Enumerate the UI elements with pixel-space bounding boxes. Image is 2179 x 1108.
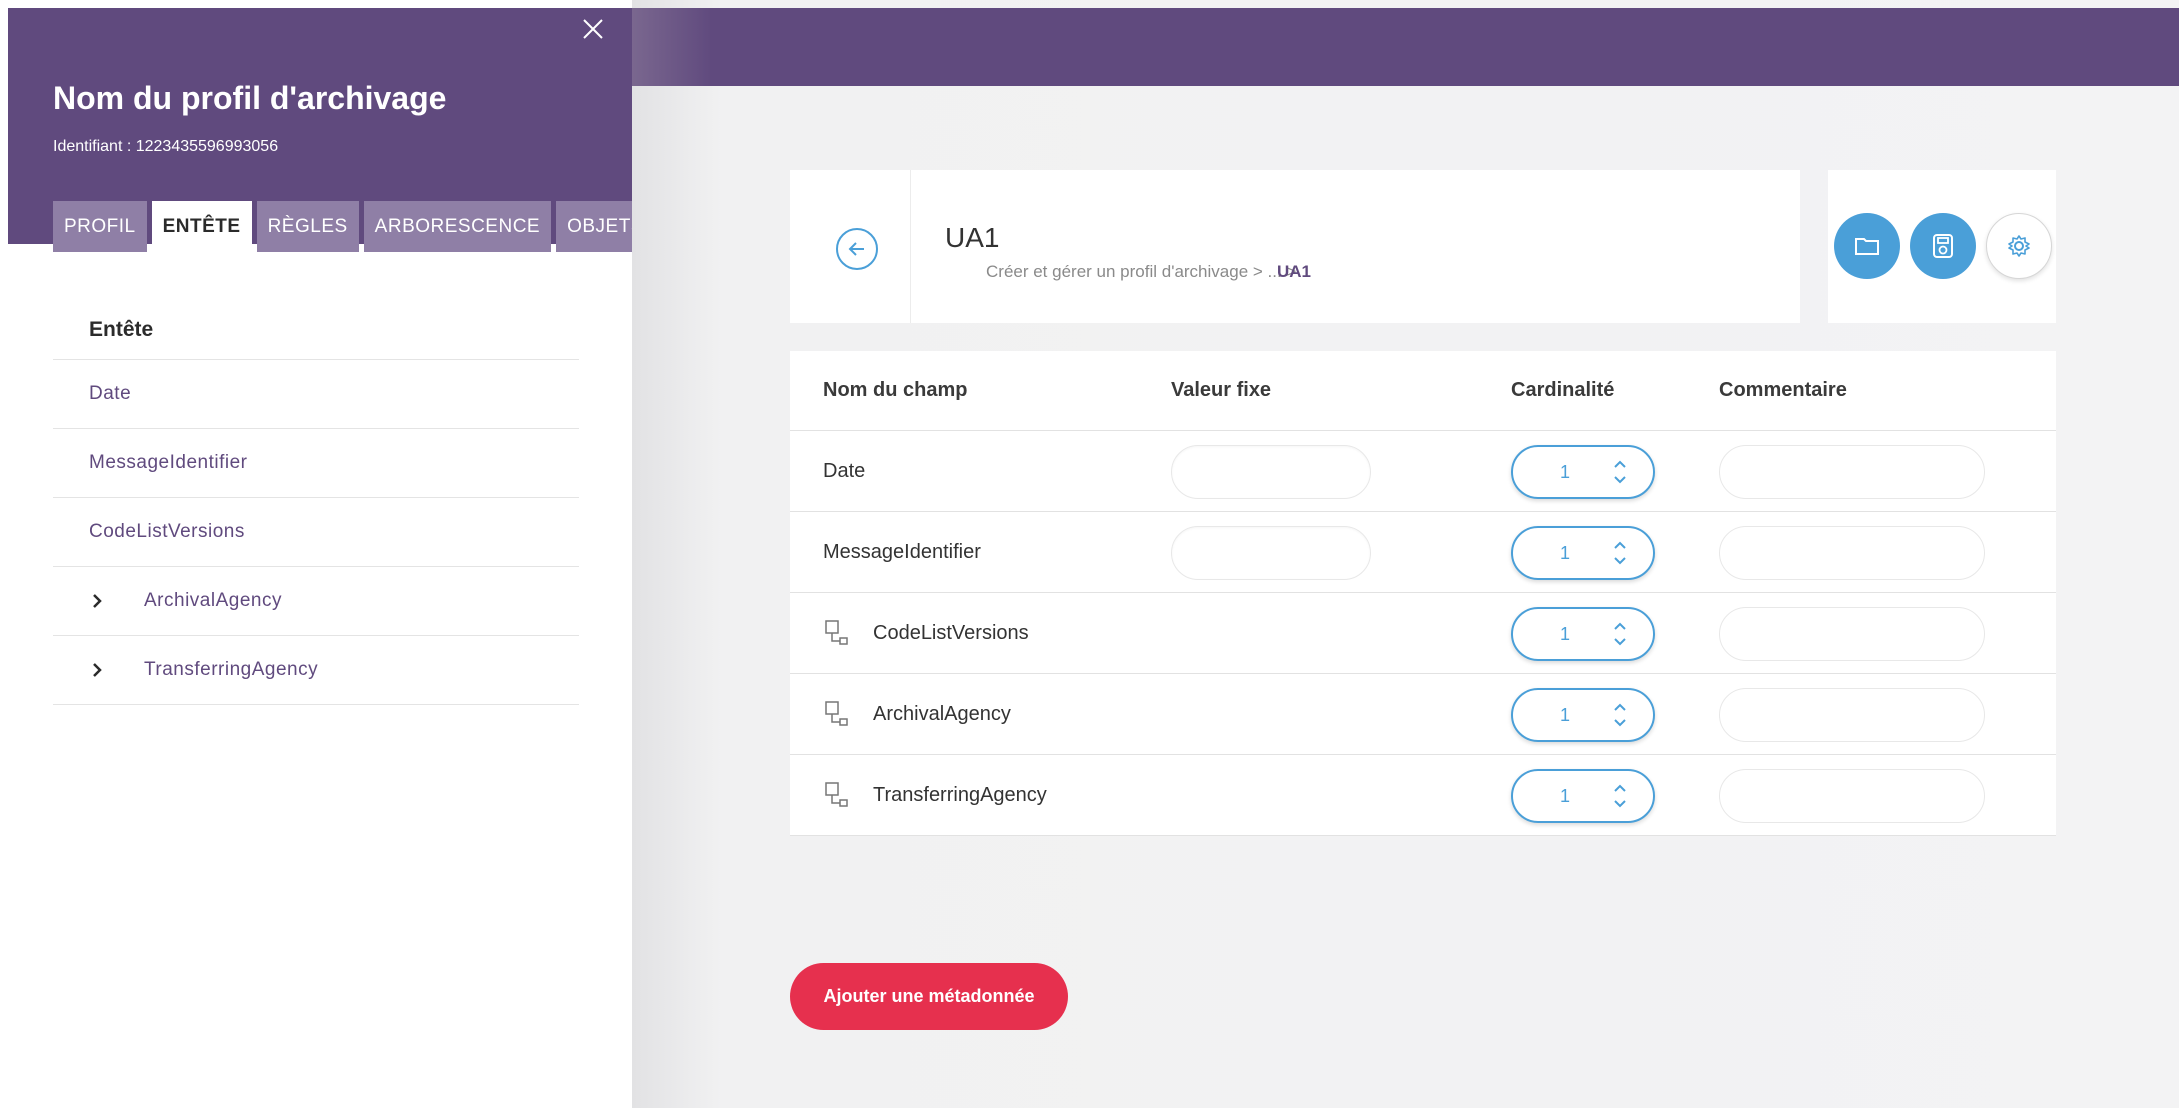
field-name: TransferringAgency — [873, 783, 1047, 806]
profile-header: Nom du profil d'archivage Identifiant : … — [8, 8, 632, 252]
identifier-value: 1223435596993056 — [135, 138, 279, 155]
tree-item-label: CodeListVersions — [89, 521, 245, 542]
field-name: CodeListVersions — [873, 621, 1029, 644]
chevron-right-icon[interactable] — [89, 593, 125, 609]
column-header-cardinality: Cardinalité — [1511, 379, 1615, 401]
tree-item-label: MessageIdentifier — [89, 452, 248, 473]
comment-input[interactable] — [1719, 607, 1985, 661]
column-header-name: Nom du champ — [823, 379, 968, 401]
tree-item-archivalagency[interactable]: ArchivalAgency — [53, 567, 579, 636]
actions-card — [1828, 170, 2056, 323]
top-bar — [632, 8, 2179, 86]
column-header-value: Valeur fixe — [1171, 379, 1272, 401]
tree-item-label: TransferringAgency — [144, 659, 319, 680]
chevron-up-down-icon — [1614, 622, 1626, 646]
settings-button[interactable] — [1986, 213, 2052, 279]
tree-item-date[interactable]: Date — [53, 360, 579, 429]
comment-input[interactable] — [1719, 445, 1985, 499]
settings-icon — [2008, 235, 2030, 257]
tree-node-icon — [825, 620, 848, 645]
field-name: MessageIdentifier — [823, 540, 981, 563]
chevron-up-down-icon — [1614, 784, 1626, 808]
tree-title: Entête — [53, 300, 579, 360]
fixed-value-input[interactable] — [1171, 526, 1371, 580]
cardinality-value: 1 — [1560, 462, 1571, 482]
table-row: ArchivalAgency 1 — [790, 674, 2056, 755]
profile-identifier: Identifiant : 1223435596993056 — [53, 138, 278, 156]
cardinality-value: 1 — [1560, 624, 1571, 644]
tree-item-codelistversions[interactable]: CodeListVersions — [53, 498, 579, 567]
field-name-cell: CodeListVersions — [823, 593, 1029, 673]
chevron-up-down-icon — [1614, 460, 1626, 484]
cardinality-select[interactable]: 1 — [1511, 445, 1655, 499]
tree-item-transferringagency[interactable]: TransferringAgency — [53, 636, 579, 705]
fields-table: Nom du champ Valeur fixe Cardinalité Com… — [790, 351, 2056, 836]
tab-objets[interactable]: OBJETS — [556, 201, 632, 252]
header-tree: Entête Date MessageIdentifier CodeListVe… — [53, 300, 579, 705]
tab-regles[interactable]: RÈGLES — [256, 201, 359, 252]
tab-profil[interactable]: PROFIL — [53, 201, 147, 252]
breadcrumb-current: UA1 — [1277, 262, 1312, 281]
tree-node-icon — [825, 701, 848, 726]
save-button[interactable] — [1910, 213, 1976, 279]
folder-icon — [1855, 238, 1879, 255]
add-metadata-button[interactable]: Ajouter une métadonnée — [790, 963, 1068, 1030]
close-button[interactable] — [578, 14, 608, 44]
tree-node-icon — [825, 782, 848, 807]
open-folder-button[interactable] — [1834, 213, 1900, 279]
back-button[interactable] — [836, 228, 878, 270]
close-icon — [583, 19, 603, 39]
breadcrumb[interactable]: Créer et gérer un profil d'archivage > .… — [986, 262, 1296, 282]
cardinality-value: 1 — [1560, 786, 1571, 806]
fixed-value-input[interactable] — [1171, 445, 1371, 499]
profile-title: Nom du profil d'archivage — [53, 80, 447, 116]
field-name-cell: TransferringAgency — [823, 755, 1047, 835]
table-row: Date 1 — [790, 431, 2056, 512]
profile-side-panel: Nom du profil d'archivage Identifiant : … — [0, 0, 632, 1108]
table-row: CodeListVersions 1 — [790, 593, 2056, 674]
chevron-up-down-icon — [1614, 541, 1626, 565]
comment-input[interactable] — [1719, 769, 1985, 823]
arrow-left-icon — [848, 242, 864, 256]
cardinality-select[interactable]: 1 — [1511, 769, 1655, 823]
tree-item-label: ArchivalAgency — [144, 590, 282, 611]
tab-entete[interactable]: ENTÊTE — [151, 201, 252, 252]
tab-arborescence[interactable]: ARBORESCENCE — [363, 201, 552, 252]
column-header-comment: Commentaire — [1719, 379, 1847, 401]
page-header-card: UA1 Créer et gérer un profil d'archivage… — [790, 170, 1800, 323]
identifier-label: Identifiant : — [53, 138, 136, 155]
main-content: UA1 Créer et gérer un profil d'archivage… — [632, 0, 2179, 1108]
table-row: MessageIdentifier 1 — [790, 512, 2056, 593]
chevron-right-icon[interactable] — [89, 662, 125, 678]
table-header: Nom du champ Valeur fixe Cardinalité Com… — [790, 351, 2056, 431]
chevron-up-down-icon — [1614, 703, 1626, 727]
profile-tabs: PROFIL ENTÊTE RÈGLES ARBORESCENCE OBJETS — [53, 201, 632, 252]
cardinality-select[interactable]: 1 — [1511, 526, 1655, 580]
field-name-cell: ArchivalAgency — [823, 674, 1011, 754]
tree-item-messageidentifier[interactable]: MessageIdentifier — [53, 429, 579, 498]
comment-input[interactable] — [1719, 526, 1985, 580]
field-name: ArchivalAgency — [873, 702, 1011, 725]
tree-item-label: Date — [89, 383, 132, 404]
cardinality-select[interactable]: 1 — [1511, 607, 1655, 661]
cardinality-value: 1 — [1560, 543, 1571, 563]
table-row: TransferringAgency 1 — [790, 755, 2056, 836]
cardinality-value: 1 — [1560, 705, 1571, 725]
save-icon — [1933, 234, 1953, 258]
field-name: Date — [823, 459, 866, 482]
comment-input[interactable] — [1719, 688, 1985, 742]
page-title: UA1 — [945, 222, 1000, 253]
cardinality-select[interactable]: 1 — [1511, 688, 1655, 742]
